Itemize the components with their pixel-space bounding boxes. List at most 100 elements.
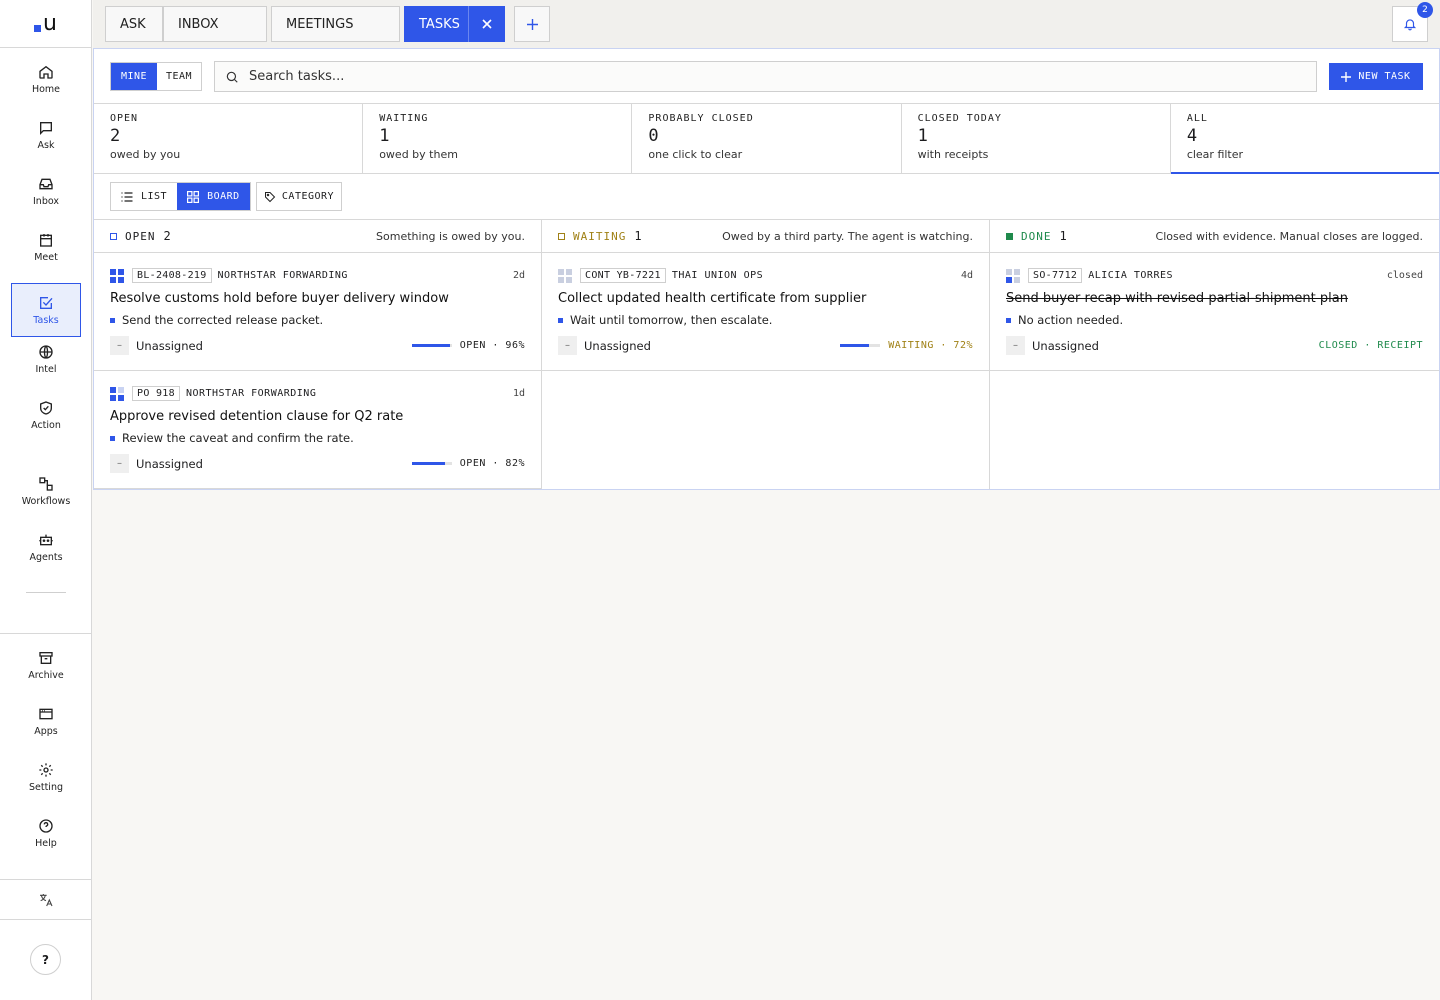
search-box xyxy=(214,61,1317,92)
task-reference: SO-7712 xyxy=(1028,268,1083,283)
sidebar-item-label: Intel xyxy=(35,363,57,375)
stat-all[interactable]: ALL 4 clear filter xyxy=(1170,104,1440,174)
task-card[interactable]: BL-2408-219 NORTHSTAR FORWARDING 2d Reso… xyxy=(94,253,541,371)
category-filter-button[interactable]: CATEGORY xyxy=(256,182,342,211)
stat-caption: ALL xyxy=(1186,113,1208,124)
progress-fill xyxy=(840,344,870,347)
view-toggle: LIST BOARD xyxy=(110,182,251,211)
tab-tasks[interactable]: TASKS xyxy=(404,6,469,42)
sidebar-item-meet[interactable]: Meet xyxy=(11,220,81,274)
app-logo[interactable]: u xyxy=(0,0,91,48)
sidebar-item-ask[interactable]: Ask xyxy=(11,108,81,162)
status-square-icon xyxy=(110,232,117,240)
sidebar-item-label: Apps xyxy=(34,725,58,737)
sidebar-item-agents[interactable]: Agents xyxy=(11,520,81,574)
stats-bar: OPEN 2 owed by you WAITING 1 owed by the… xyxy=(94,103,1440,174)
stat-count: 2 xyxy=(110,126,121,146)
stat-waiting[interactable]: WAITING 1 owed by them xyxy=(363,104,633,173)
gear-icon xyxy=(39,762,53,777)
logo-square-icon xyxy=(34,24,42,32)
progress-fill xyxy=(411,344,451,347)
sidebar-divider xyxy=(0,633,91,634)
stat-count: 4 xyxy=(1186,126,1198,146)
list-view-button[interactable]: LIST xyxy=(111,183,178,210)
board-view-label: BOARD xyxy=(207,191,240,202)
task-status: OPEN · 96% xyxy=(459,340,525,351)
sidebar-item-inbox[interactable]: Inbox xyxy=(11,164,81,218)
task-card[interactable]: PO 918 NORTHSTAR FORWARDING 1d Approve r… xyxy=(94,371,541,489)
sidebar-item-help[interactable]: Help xyxy=(11,806,81,860)
tab-inbox[interactable]: INBOX xyxy=(163,6,267,42)
progress-fill xyxy=(411,462,445,465)
stat-sub: clear filter xyxy=(1186,148,1244,161)
task-age: 4d xyxy=(960,270,973,281)
sidebar-item-archive[interactable]: Archive xyxy=(11,638,81,692)
column-count: 2 xyxy=(163,229,171,243)
sidebar-item-home[interactable]: Home xyxy=(11,52,81,106)
tab-meetings[interactable]: MEETINGS xyxy=(271,6,400,42)
sidebar-item-intel[interactable]: Intel xyxy=(11,332,81,386)
search-input[interactable] xyxy=(249,69,1249,84)
sidebar-item-label: Agents xyxy=(29,551,63,563)
shield-check-icon xyxy=(40,400,52,415)
stat-probably-closed[interactable]: PROBABLY CLOSED 0 one click to clear xyxy=(632,104,902,173)
task-title: Send buyer recap with revised partial-sh… xyxy=(1006,291,1348,306)
task-grid-icon xyxy=(110,386,124,401)
task-reference: BL-2408-219 xyxy=(132,268,212,283)
board-view-button[interactable]: BOARD xyxy=(177,183,250,210)
stat-caption: OPEN xyxy=(110,113,139,124)
notification-badge: 2 xyxy=(1417,2,1433,18)
task-card[interactable]: CONT YB-7221 THAI UNION OPS 4d Collect u… xyxy=(542,253,989,371)
scope-mine-button[interactable]: MINE xyxy=(111,63,157,90)
sidebar-item-apps[interactable]: Apps xyxy=(11,694,81,748)
column-description: Owed by a third party. The agent is watc… xyxy=(722,229,973,243)
assignee-avatar[interactable]: – xyxy=(110,454,129,473)
tab-bar: ASK INBOX MEETINGS TASKS xyxy=(93,0,1440,49)
column-name: DONE xyxy=(1021,229,1052,243)
sidebar-item-workflows[interactable]: Workflows xyxy=(11,464,81,518)
sidebar: u Home Ask Inbox Meet Tasks Intel Action… xyxy=(0,0,92,1000)
translate-icon xyxy=(39,893,52,906)
sidebar-item-setting[interactable]: Setting xyxy=(11,750,81,804)
sidebar-divider xyxy=(26,592,66,593)
assignee-avatar[interactable]: – xyxy=(110,336,129,355)
column-description: Closed with evidence. Manual closes are … xyxy=(1155,229,1423,243)
stat-open[interactable]: OPEN 2 owed by you xyxy=(94,104,364,173)
plus-icon xyxy=(526,18,538,30)
stat-sub: one click to clear xyxy=(648,148,743,161)
archive-icon xyxy=(39,651,53,664)
task-age: 1d xyxy=(512,388,525,399)
task-age: closed xyxy=(1386,270,1423,281)
column-name: WAITING xyxy=(573,229,627,243)
task-status: WAITING · 72% xyxy=(888,340,973,351)
task-check-icon xyxy=(40,296,53,309)
new-task-button[interactable]: NEW TASK xyxy=(1329,63,1423,90)
progress-bar xyxy=(840,344,881,347)
add-tab-button[interactable] xyxy=(514,6,550,42)
stat-sub: owed by you xyxy=(110,148,181,161)
stat-closed-today[interactable]: CLOSED TODAY 1 with receipts xyxy=(902,104,1171,173)
scope-team-button[interactable]: TEAM xyxy=(157,63,201,90)
task-next-step: No action needed. xyxy=(1018,313,1124,327)
workflow-icon xyxy=(39,476,53,491)
stat-count: 0 xyxy=(648,126,659,146)
tab-close-button[interactable] xyxy=(468,6,505,42)
tab-ask[interactable]: ASK xyxy=(105,6,163,42)
sidebar-item-label: Home xyxy=(31,83,61,95)
assignee-avatar[interactable]: – xyxy=(1006,336,1025,355)
task-card[interactable]: SO-7712 ALICIA TORRES closed Send buyer … xyxy=(990,253,1439,371)
chat-icon xyxy=(40,121,52,135)
task-assignee: Unassigned xyxy=(584,338,651,353)
column-description: Something is owed by you. xyxy=(376,229,525,243)
task-assignee: Unassigned xyxy=(136,456,203,471)
task-assignee: Unassigned xyxy=(1032,338,1099,353)
sidebar-item-action[interactable]: Action xyxy=(11,388,81,442)
language-button[interactable] xyxy=(0,880,91,919)
assignee-avatar[interactable]: – xyxy=(558,336,577,355)
stat-sub: with receipts xyxy=(917,148,989,161)
sidebar-item-label: Action xyxy=(31,419,61,431)
stat-count: 1 xyxy=(379,126,390,146)
sidebar-item-tasks[interactable]: Tasks xyxy=(11,283,81,337)
task-status: OPEN · 82% xyxy=(459,458,525,469)
help-button[interactable]: ? xyxy=(30,944,61,975)
